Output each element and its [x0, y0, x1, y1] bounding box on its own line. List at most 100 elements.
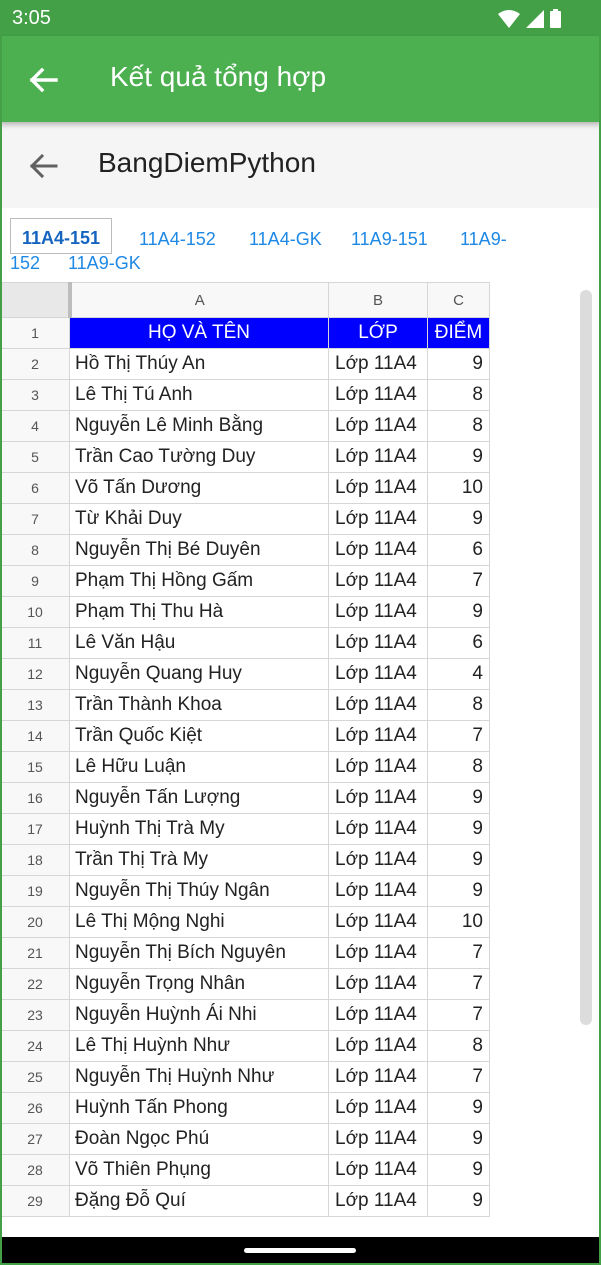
- row-number[interactable]: 26: [0, 1092, 70, 1124]
- row-number[interactable]: 24: [0, 1030, 70, 1062]
- home-gesture-pill[interactable]: [244, 1248, 356, 1253]
- row-number[interactable]: 1: [0, 317, 70, 349]
- name-cell[interactable]: Hồ Thị Thúy An: [69, 348, 329, 380]
- class-cell[interactable]: Lớp 11A4: [328, 472, 428, 504]
- class-cell[interactable]: Lớp 11A4: [328, 596, 428, 628]
- row-number[interactable]: 11: [0, 627, 70, 659]
- score-cell[interactable]: 6: [427, 627, 490, 659]
- name-cell[interactable]: Từ Khải Duy: [69, 503, 329, 535]
- class-cell[interactable]: Lớp 11A4: [328, 720, 428, 752]
- score-cell[interactable]: 9: [427, 503, 490, 535]
- name-cell[interactable]: Lê Thị Tú Anh: [69, 379, 329, 411]
- name-cell[interactable]: Phạm Thị Hồng Gấm: [69, 565, 329, 597]
- tab-11a4-gk[interactable]: 11A4-GK: [249, 229, 322, 249]
- back-arrow-icon[interactable]: [24, 60, 64, 100]
- score-cell[interactable]: 7: [427, 1061, 490, 1093]
- name-cell[interactable]: Trần Cao Tường Duy: [69, 441, 329, 473]
- class-cell[interactable]: Lớp 11A4: [328, 410, 428, 442]
- row-number[interactable]: 15: [0, 751, 70, 783]
- score-cell[interactable]: 9: [427, 1092, 490, 1124]
- class-cell[interactable]: Lớp 11A4: [328, 1030, 428, 1062]
- score-cell[interactable]: 8: [427, 379, 490, 411]
- tab-11a9-gk[interactable]: 11A9-GK: [68, 253, 141, 273]
- vertical-scrollbar[interactable]: [580, 290, 592, 1025]
- score-cell[interactable]: 7: [427, 999, 490, 1031]
- row-number[interactable]: 14: [0, 720, 70, 752]
- name-cell[interactable]: Nguyễn Huỳnh Ái Nhi: [69, 999, 329, 1031]
- name-cell[interactable]: Phạm Thị Thu Hà: [69, 596, 329, 628]
- row-number[interactable]: 23: [0, 999, 70, 1031]
- name-cell[interactable]: Huỳnh Tấn Phong: [69, 1092, 329, 1124]
- score-cell[interactable]: 8: [427, 751, 490, 783]
- column-header-b[interactable]: B: [328, 282, 428, 318]
- score-cell[interactable]: 8: [427, 689, 490, 721]
- column-header-a[interactable]: A: [69, 282, 329, 318]
- score-cell[interactable]: 4: [427, 658, 490, 690]
- name-cell[interactable]: Võ Tấn Dương: [69, 472, 329, 504]
- name-cell[interactable]: Lê Thị Huỳnh Như: [69, 1030, 329, 1062]
- class-cell[interactable]: Lớp 11A4: [328, 875, 428, 907]
- row-number[interactable]: 20: [0, 906, 70, 938]
- score-cell[interactable]: 7: [427, 720, 490, 752]
- score-cell[interactable]: 9: [427, 1154, 490, 1186]
- tab-11a9-151[interactable]: 11A9-151: [351, 229, 428, 249]
- header-name-cell[interactable]: HỌ VÀ TÊN: [69, 317, 329, 349]
- score-cell[interactable]: 9: [427, 813, 490, 845]
- class-cell[interactable]: Lớp 11A4: [328, 1123, 428, 1155]
- name-cell[interactable]: Đặng Đỗ Quí: [69, 1185, 329, 1217]
- score-cell[interactable]: 9: [427, 875, 490, 907]
- class-cell[interactable]: Lớp 11A4: [328, 999, 428, 1031]
- score-cell[interactable]: 8: [427, 410, 490, 442]
- row-number[interactable]: 3: [0, 379, 70, 411]
- name-cell[interactable]: Trần Quốc Kiệt: [69, 720, 329, 752]
- class-cell[interactable]: Lớp 11A4: [328, 503, 428, 535]
- row-number[interactable]: 10: [0, 596, 70, 628]
- score-cell[interactable]: 6: [427, 534, 490, 566]
- name-cell[interactable]: Nguyễn Thị Huỳnh Như: [69, 1061, 329, 1093]
- name-cell[interactable]: Đoàn Ngọc Phú: [69, 1123, 329, 1155]
- row-number[interactable]: 7: [0, 503, 70, 535]
- column-header-c[interactable]: C: [427, 282, 490, 318]
- class-cell[interactable]: Lớp 11A4: [328, 658, 428, 690]
- tab-11a9-152-part1[interactable]: 11A9-: [460, 229, 507, 249]
- header-score-cell[interactable]: ĐIỂM: [427, 317, 490, 349]
- name-cell[interactable]: Võ Thiên Phụng: [69, 1154, 329, 1186]
- name-cell[interactable]: Nguyễn Thị Bé Duyên: [69, 534, 329, 566]
- row-number[interactable]: 12: [0, 658, 70, 690]
- score-cell[interactable]: 7: [427, 968, 490, 1000]
- score-cell[interactable]: 9: [427, 1123, 490, 1155]
- class-cell[interactable]: Lớp 11A4: [328, 565, 428, 597]
- name-cell[interactable]: Nguyễn Quang Huy: [69, 658, 329, 690]
- class-cell[interactable]: Lớp 11A4: [328, 1154, 428, 1186]
- name-cell[interactable]: Nguyễn Thị Thúy Ngân: [69, 875, 329, 907]
- class-cell[interactable]: Lớp 11A4: [328, 813, 428, 845]
- class-cell[interactable]: Lớp 11A4: [328, 844, 428, 876]
- score-cell[interactable]: 9: [427, 441, 490, 473]
- row-number[interactable]: 25: [0, 1061, 70, 1093]
- name-cell[interactable]: Lê Hữu Luận: [69, 751, 329, 783]
- row-number[interactable]: 17: [0, 813, 70, 845]
- name-cell[interactable]: Lê Văn Hậu: [69, 627, 329, 659]
- sheet-back-arrow-icon[interactable]: [24, 146, 64, 186]
- row-number[interactable]: 18: [0, 844, 70, 876]
- score-cell[interactable]: 7: [427, 565, 490, 597]
- row-number[interactable]: 22: [0, 968, 70, 1000]
- row-number[interactable]: 8: [0, 534, 70, 566]
- row-number[interactable]: 19: [0, 875, 70, 907]
- corner-cell[interactable]: [0, 282, 72, 318]
- score-cell[interactable]: 9: [427, 348, 490, 380]
- class-cell[interactable]: Lớp 11A4: [328, 751, 428, 783]
- class-cell[interactable]: Lớp 11A4: [328, 534, 428, 566]
- row-number[interactable]: 6: [0, 472, 70, 504]
- class-cell[interactable]: Lớp 11A4: [328, 937, 428, 969]
- class-cell[interactable]: Lớp 11A4: [328, 968, 428, 1000]
- name-cell[interactable]: Lê Thị Mộng Nghi: [69, 906, 329, 938]
- score-cell[interactable]: 9: [427, 596, 490, 628]
- row-number[interactable]: 28: [0, 1154, 70, 1186]
- class-cell[interactable]: Lớp 11A4: [328, 1092, 428, 1124]
- class-cell[interactable]: Lớp 11A4: [328, 1185, 428, 1217]
- score-cell[interactable]: 10: [427, 472, 490, 504]
- class-cell[interactable]: Lớp 11A4: [328, 441, 428, 473]
- score-cell[interactable]: 9: [427, 782, 490, 814]
- row-number[interactable]: 27: [0, 1123, 70, 1155]
